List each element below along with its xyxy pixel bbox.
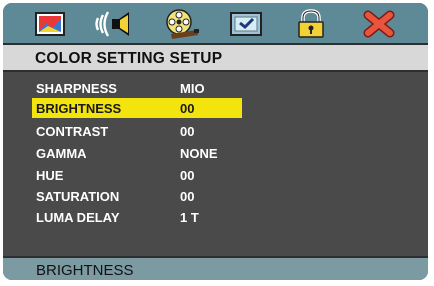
menu-item-sharpness[interactable]: SHARPNESS MIO	[32, 78, 242, 98]
menu-item-label: CONTRAST	[36, 124, 109, 139]
menu-item-label: SHARPNESS	[36, 81, 117, 96]
menu-item-value: 00	[180, 101, 195, 116]
padlock-icon	[298, 9, 324, 38]
menu-item-value: 1 T	[180, 210, 199, 225]
picture-icon	[35, 12, 65, 36]
tab-picture[interactable]	[26, 8, 74, 40]
menu-item-gamma[interactable]: GAMMA NONE	[32, 143, 242, 163]
close-icon	[363, 10, 395, 38]
tab-bar	[3, 3, 428, 45]
tab-audio[interactable]	[92, 8, 140, 40]
checkbox-icon	[230, 12, 262, 36]
tab-lock[interactable]	[287, 8, 335, 40]
menu-item-saturation[interactable]: SATURATION 00	[32, 186, 242, 206]
menu-item-label: BRIGHTNESS	[36, 101, 122, 116]
menu-item-label: LUMA DELAY	[36, 210, 120, 225]
osd-window: COLOR SETTING SETUP SHARPNESS MIO BRIGHT…	[3, 3, 428, 280]
menu-item-value: NONE	[180, 146, 218, 161]
status-text: BRIGHTNESS	[36, 262, 134, 279]
menu-item-value: MIO	[180, 81, 205, 96]
status-bar: BRIGHTNESS	[3, 256, 428, 280]
film-reel-icon	[166, 9, 199, 39]
menu-item-label: HUE	[36, 168, 64, 183]
menu-item-luma-delay[interactable]: LUMA DELAY 1 T	[32, 207, 242, 227]
title-bar: COLOR SETTING SETUP	[3, 45, 428, 72]
menu-item-value: 00	[180, 124, 195, 139]
tab-exit[interactable]	[355, 8, 403, 40]
tab-preference[interactable]	[222, 8, 270, 40]
menu-item-brightness[interactable]: BRIGHTNESS 00	[32, 98, 242, 118]
menu-item-value: 00	[180, 189, 195, 204]
speaker-icon	[95, 11, 129, 37]
menu-item-label: SATURATION	[36, 189, 120, 204]
page-title: COLOR SETTING SETUP	[35, 50, 223, 67]
menu-item-contrast[interactable]: CONTRAST 00	[32, 121, 242, 141]
tab-video[interactable]	[157, 8, 205, 40]
menu-item-hue[interactable]: HUE 00	[32, 165, 242, 185]
menu-item-value: 00	[180, 168, 195, 183]
menu-item-label: GAMMA	[36, 146, 87, 161]
